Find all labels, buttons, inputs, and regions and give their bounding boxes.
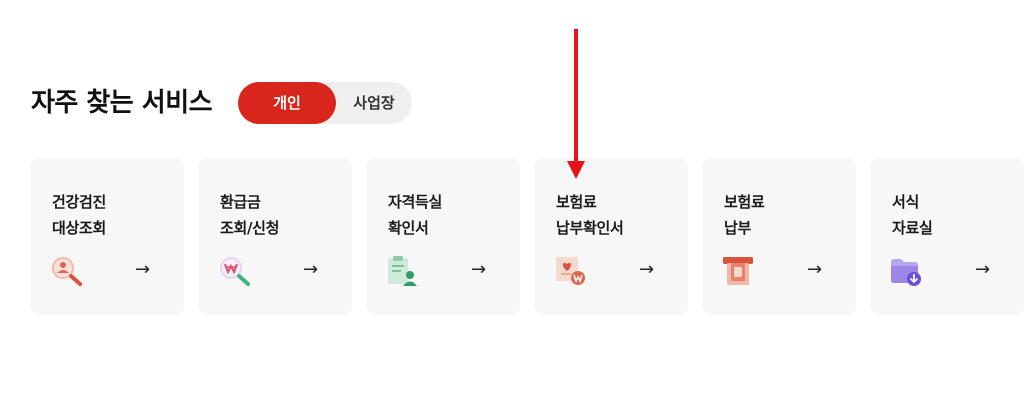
card-arrow-icon: →	[303, 259, 319, 280]
card-arrow-icon: →	[807, 259, 823, 280]
document-won-icon	[556, 257, 585, 285]
card-title-line1: 자격득실	[388, 193, 443, 211]
service-type-toggle[interactable]: 개인 사업장	[238, 82, 412, 124]
magnifier-won-icon	[220, 257, 250, 286]
card-title-line1: 환급금	[220, 193, 261, 211]
card-payment-icon	[723, 257, 753, 285]
magnifier-person-icon	[52, 257, 82, 286]
card-arrow-icon: →	[135, 259, 151, 280]
card-arrow-icon: →	[471, 259, 487, 280]
card-title-line1: 건강검진	[52, 193, 107, 211]
card-title-line1: 서식	[892, 193, 920, 211]
card-title-line2: 조회/신청	[220, 219, 280, 237]
card-title-line1: 보험료	[724, 193, 765, 211]
card-title-line2: 납부확인서	[556, 219, 624, 237]
section-title: 자주 찾는 서비스	[31, 88, 213, 118]
card-title-line1: 보험료	[556, 193, 597, 211]
card-health-checkup[interactable]: 건강검진 대상조회 →	[30, 158, 184, 315]
toggle-personal[interactable]: 개인	[238, 82, 336, 124]
toggle-business[interactable]: 사업장	[336, 82, 412, 124]
card-title-line2: 확인서	[388, 219, 429, 237]
card-premium-payment-certificate[interactable]: 보험료 납부확인서 →	[534, 158, 688, 315]
card-title-line2: 자료실	[892, 219, 933, 237]
card-arrow-icon: →	[975, 259, 991, 280]
folder-download-icon	[891, 259, 921, 286]
card-premium-payment[interactable]: 보험료 납부 →	[702, 158, 856, 315]
card-eligibility-certificate[interactable]: 자격득실 확인서 →	[366, 158, 520, 315]
card-title-line2: 납부	[724, 219, 752, 237]
card-title-line2: 대상조회	[52, 219, 107, 237]
clipboard-person-icon	[388, 256, 417, 286]
card-refund[interactable]: 환급금 조회/신청 →	[198, 158, 352, 315]
red-annotation-arrow	[567, 29, 585, 179]
card-forms-library[interactable]: 서식 자료실 →	[870, 158, 1024, 315]
card-arrow-icon: →	[639, 259, 655, 280]
